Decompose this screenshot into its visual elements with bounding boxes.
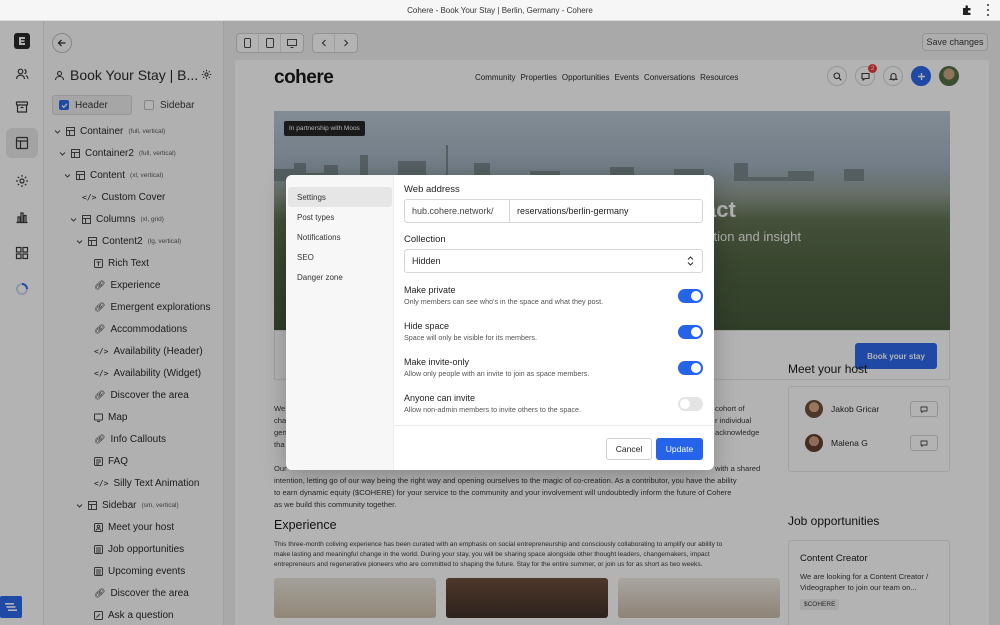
- space-settings-modal: Settings Post types Notifications SEO Da…: [286, 175, 714, 470]
- make-private-option: Make private Only members can see who's …: [404, 285, 703, 313]
- hide-space-option: Hide space Space will only be visible fo…: [404, 321, 703, 349]
- option-description: Space will only be visible for its membe…: [404, 333, 538, 342]
- collection-value: Hidden: [412, 256, 441, 266]
- divider: [394, 425, 714, 426]
- url-prefix: hub.cohere.network/: [405, 200, 510, 222]
- invite-only-option: Make invite-only Allow only people with …: [404, 357, 703, 385]
- settings-nav-seo[interactable]: SEO: [288, 247, 392, 267]
- settings-nav: Settings Post types Notifications SEO Da…: [286, 175, 394, 470]
- invite-only-toggle[interactable]: [678, 361, 703, 375]
- window-title: Cohere - Book Your Stay | Berlin, German…: [407, 5, 593, 15]
- option-description: Only members can see who's in the space …: [404, 297, 604, 306]
- collection-select[interactable]: Hidden: [404, 249, 703, 273]
- settings-form: Web address hub.cohere.network/ Collecti…: [394, 175, 714, 470]
- option-title: Hide space: [404, 321, 450, 331]
- more-menu-icon[interactable]: [985, 3, 991, 17]
- chevron-up-down-icon: [687, 256, 694, 266]
- option-title: Make invite-only: [404, 357, 470, 367]
- settings-nav-settings[interactable]: Settings: [288, 187, 392, 207]
- anyone-can-invite-toggle[interactable]: [678, 397, 703, 411]
- window-titlebar: Cohere - Book Your Stay | Berlin, German…: [0, 0, 1000, 21]
- cancel-button[interactable]: Cancel: [606, 438, 652, 460]
- settings-nav-post-types[interactable]: Post types: [288, 207, 392, 227]
- settings-nav-danger-zone[interactable]: Danger zone: [288, 267, 392, 287]
- settings-nav-notifications[interactable]: Notifications: [288, 227, 392, 247]
- web-address-label: Web address: [404, 184, 460, 195]
- anyone-can-invite-option: Anyone can invite Allow non-admin member…: [404, 393, 703, 421]
- collection-label: Collection: [404, 234, 446, 245]
- update-button[interactable]: Update: [656, 438, 703, 460]
- web-address-field: hub.cohere.network/: [404, 199, 703, 223]
- option-description: Allow non-admin members to invite others…: [404, 405, 581, 414]
- option-title: Make private: [404, 285, 456, 295]
- make-private-toggle[interactable]: [678, 289, 703, 303]
- option-title: Anyone can invite: [404, 393, 476, 403]
- hide-space-toggle[interactable]: [678, 325, 703, 339]
- option-description: Allow only people with an invite to join…: [404, 369, 590, 378]
- extensions-icon[interactable]: [961, 4, 973, 16]
- url-slug-input[interactable]: [510, 200, 702, 222]
